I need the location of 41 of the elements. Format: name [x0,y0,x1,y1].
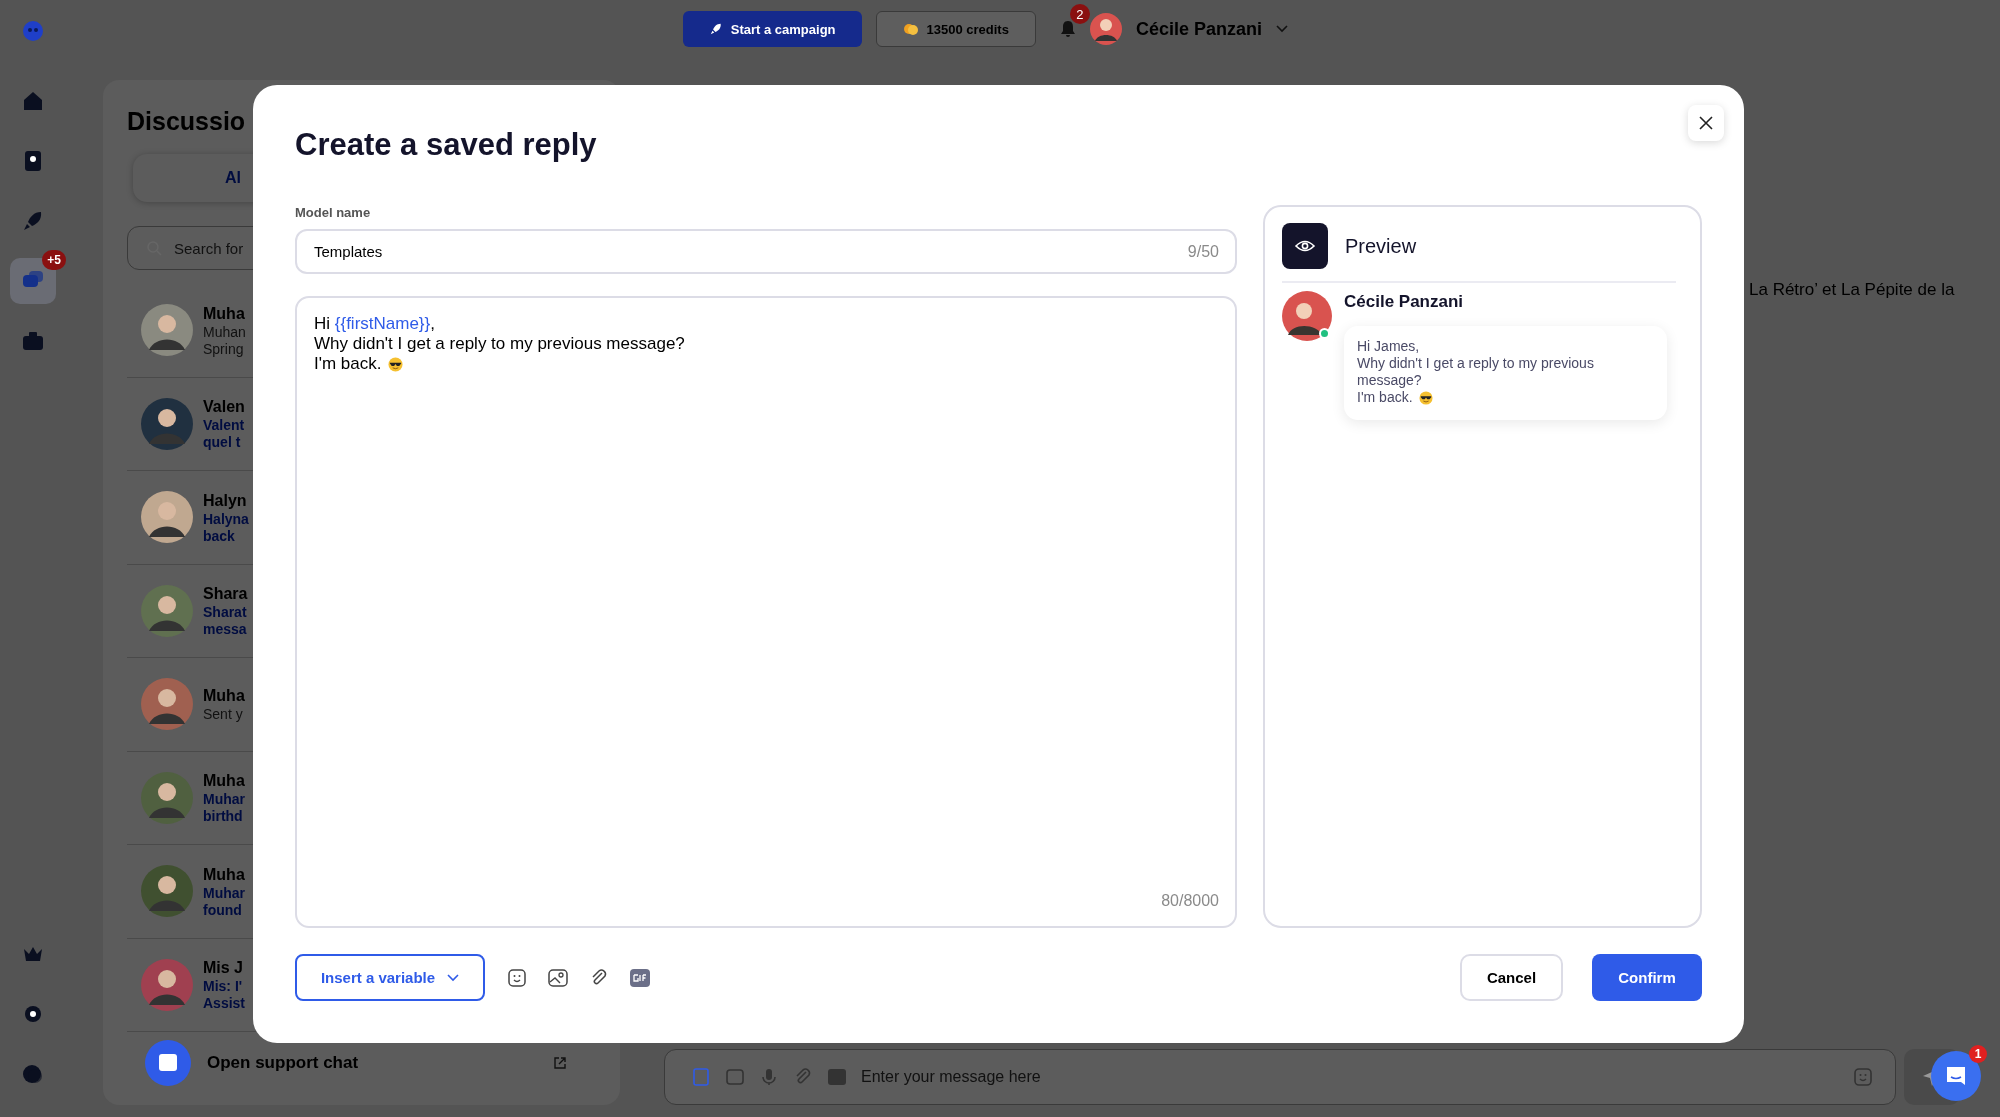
character-counter: 80/8000 [1161,892,1219,910]
field-value: Templates [314,243,383,260]
contact-name: Halyn [203,490,248,511]
contact-name: Muha [203,686,245,707]
message-snippet: Muhan [203,323,246,341]
message-snippet: Valent [203,417,245,435]
field-label: Model name [295,205,372,220]
contact-name: Muha [203,771,245,792]
message-line: I'm back. [314,354,1218,374]
sender-name: Cécile Panzani [1344,292,1465,312]
message-snippet: found [203,901,243,919]
contact-name: Mis J [203,958,244,979]
contact-name: Muha [203,303,246,324]
contact-name: Muha [203,864,245,885]
message-snippet: Sharat [203,604,248,622]
message-line: Hi {{firstName}}, [314,314,436,334]
preview-title: Preview [1345,234,1417,258]
contact-name: Shara [203,584,248,605]
message-snippet: Assist [203,995,246,1013]
message-snippet: Sent y [203,706,244,724]
message-snippet: Spring [203,340,245,358]
contact-name: Valen [203,397,245,418]
message-snippet: Mis: I' [203,978,244,996]
message-snippet: quel t [203,434,242,452]
dialog-title: Create a saved reply [295,127,598,164]
message-snippet: Muhar [203,884,245,902]
message-snippet: birthd [203,808,244,826]
message-line: Why didn't I get a reply to my previous message? [314,334,686,354]
message-snippet: messa [203,621,248,639]
message-line: Hi James, [1357,338,1421,355]
message-snippet: Halyna [203,510,249,528]
message-line: Why didn't I get a reply to my previous message? [1357,355,1595,389]
message-snippet: Muhar [203,791,245,809]
panel-title: Discussio [127,106,246,136]
character-counter: 9/50 [1187,242,1219,261]
unread-badge: +5 [42,250,66,270]
notification-badge: 1 [1969,1045,1987,1063]
message-snippet: back [203,527,236,545]
notification-badge: 2 [1069,4,1090,24]
message-line: I'm back. [1357,389,1653,406]
conversation-title: La Rétro’ et La Pépite de la [1749,280,1955,299]
